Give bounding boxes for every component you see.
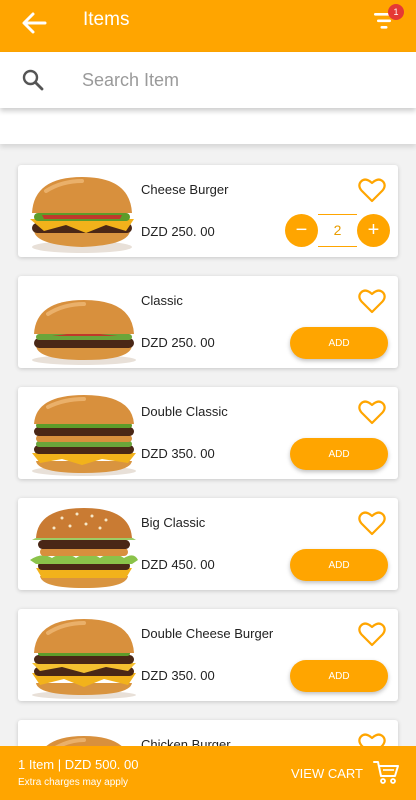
classic-burger-image bbox=[32, 300, 136, 365]
list-item[interactable]: Double Cheese Burger DZD 350. 00 ADD bbox=[18, 609, 398, 701]
item-name: Chicken Burger bbox=[141, 737, 231, 746]
extra-charges-note: Extra charges may apply bbox=[18, 777, 129, 788]
list-item[interactable]: Double Classic DZD 350. 00 ADD bbox=[18, 387, 398, 479]
item-name: Classic bbox=[141, 293, 183, 308]
list-item[interactable]: Chicken Burger bbox=[18, 720, 398, 746]
search-input[interactable] bbox=[82, 66, 382, 94]
favorite-heart-icon[interactable] bbox=[358, 288, 386, 314]
item-price: DZD 250. 00 bbox=[141, 335, 215, 350]
quantity-stepper: − 2 + bbox=[285, 214, 390, 247]
shopping-cart-icon[interactable] bbox=[372, 758, 400, 786]
increase-quantity-button[interactable]: + bbox=[357, 214, 390, 247]
double-cheese-burger-image bbox=[32, 619, 136, 699]
item-price: DZD 350. 00 bbox=[141, 668, 215, 683]
view-cart-label[interactable]: VIEW CART bbox=[291, 766, 363, 781]
item-list[interactable]: Cheese Burger DZD 250. 00 − 2 + Classic … bbox=[0, 144, 416, 746]
favorite-heart-icon[interactable] bbox=[358, 399, 386, 425]
decrease-quantity-button[interactable]: − bbox=[285, 214, 318, 247]
search-icon bbox=[22, 69, 44, 91]
item-name: Big Classic bbox=[141, 515, 206, 530]
search-bar bbox=[0, 52, 416, 108]
item-price: DZD 350. 00 bbox=[141, 446, 215, 461]
search-spacer bbox=[0, 108, 416, 144]
favorite-heart-icon[interactable] bbox=[358, 732, 386, 746]
back-arrow-icon[interactable] bbox=[20, 9, 48, 37]
double-classic-burger-image bbox=[32, 395, 136, 476]
cart-summary: 1 Item | DZD 500. 00 bbox=[18, 757, 139, 772]
view-cart-bar[interactable]: 1 Item | DZD 500. 00 Extra charges may a… bbox=[0, 746, 416, 800]
item-name: Cheese Burger bbox=[141, 182, 229, 197]
quantity-value: 2 bbox=[318, 214, 357, 247]
item-name: Double Classic bbox=[141, 404, 228, 419]
add-to-cart-button[interactable]: ADD bbox=[290, 327, 388, 359]
item-price: DZD 450. 00 bbox=[141, 557, 215, 572]
filter-badge: 1 bbox=[388, 4, 404, 20]
app-bar: Items 1 bbox=[0, 0, 416, 52]
add-to-cart-button[interactable]: ADD bbox=[290, 549, 388, 581]
list-item[interactable]: Cheese Burger DZD 250. 00 − 2 + bbox=[18, 165, 398, 257]
item-name: Double Cheese Burger bbox=[141, 626, 274, 641]
add-to-cart-button[interactable]: ADD bbox=[290, 438, 388, 470]
favorite-heart-icon[interactable] bbox=[358, 621, 386, 647]
add-to-cart-button[interactable]: ADD bbox=[290, 660, 388, 692]
page-title: Items bbox=[83, 9, 130, 30]
favorite-heart-icon[interactable] bbox=[358, 510, 386, 536]
chicken-burger-image bbox=[46, 736, 122, 746]
list-item[interactable]: Classic DZD 250. 00 ADD bbox=[18, 276, 398, 368]
big-classic-burger-image bbox=[30, 508, 138, 588]
item-price: DZD 250. 00 bbox=[141, 224, 215, 239]
list-item[interactable]: Big Classic DZD 450. 00 ADD bbox=[18, 498, 398, 590]
cheese-burger-image bbox=[30, 177, 134, 253]
favorite-heart-icon[interactable] bbox=[358, 177, 386, 203]
